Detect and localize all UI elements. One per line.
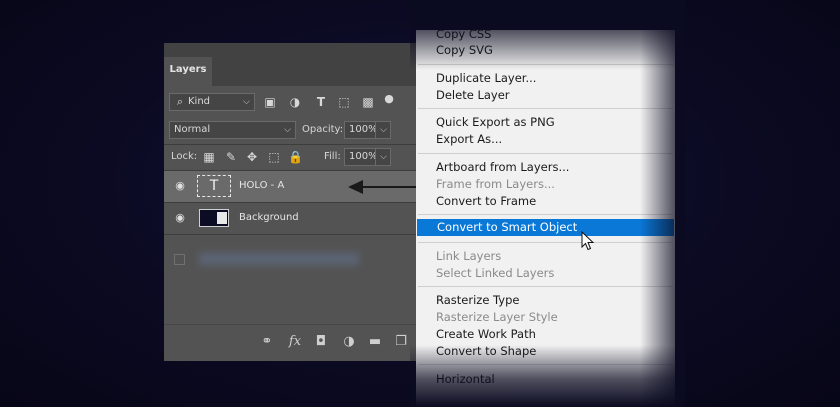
chevron-down-icon: ⌵	[284, 125, 291, 135]
image-layer-thumbnail	[199, 209, 229, 227]
pixel-filter-icon[interactable]: ▣	[263, 95, 277, 109]
folder-icon[interactable]: ▬	[368, 335, 382, 349]
filter-kind-label: Kind	[188, 96, 211, 107]
panel-tab-bar: Layers	[164, 43, 454, 86]
layers-panel: Layers ⌕ Kind ⌵ ▣ ◑ T ⬚ ▩ ● Normal ⌵ Opa…	[164, 43, 454, 361]
layer-name: HOLO - A	[239, 180, 285, 191]
menu-item-create-work-path[interactable]: Create Work Path	[416, 326, 675, 343]
text-layer-thumbnail: T	[197, 175, 231, 197]
fill-label: Fill:	[324, 151, 341, 162]
lock-image-pixels-icon[interactable]: ✎	[224, 150, 238, 164]
blurred-layer-row	[164, 245, 454, 275]
menu-item-horizontal[interactable]: Horizontal	[416, 371, 675, 388]
menu-item-export-as[interactable]: Export As...	[416, 131, 675, 148]
filter-toggle-icon[interactable]: ●	[382, 92, 396, 106]
eye-icon[interactable]: ◉	[173, 180, 187, 192]
opacity-label: Opacity:	[302, 124, 344, 135]
adjustment-filter-icon[interactable]: ◑	[288, 95, 302, 109]
menu-item-artboard-from-layers[interactable]: Artboard from Layers...	[416, 159, 675, 176]
menu-item-frame-from-layers: Frame from Layers...	[436, 177, 555, 191]
opacity-dropdown[interactable]: ⌵	[375, 121, 391, 139]
menu-item-rasterize-type[interactable]: Rasterize Type	[416, 292, 675, 309]
layer-name: Background	[239, 212, 299, 223]
lock-label: Lock:	[171, 151, 198, 162]
panel-footer: ⚭ fx ◘ ◑ ▬ ❐	[164, 324, 454, 361]
menu-item-link-layers: Link Layers	[436, 249, 502, 263]
context-menu: Copy CSS Copy SVG Duplicate Layer... Del…	[416, 27, 675, 407]
search-icon: ⌕	[176, 95, 184, 108]
menu-item-copy-css[interactable]: Copy CSS	[416, 26, 675, 43]
menu-item-convert-to-shape[interactable]: Convert to Shape	[416, 343, 675, 360]
fill-dropdown[interactable]: ⌵	[375, 148, 391, 166]
menu-separator	[418, 364, 673, 365]
chevron-down-icon: ⌵	[380, 152, 387, 162]
lock-artboard-icon[interactable]: ⬚	[267, 150, 281, 164]
menu-item-copy-svg[interactable]: Copy SVG	[416, 42, 675, 59]
link-layers-icon[interactable]: ⚭	[260, 335, 274, 349]
annotation-arrow-head	[348, 180, 363, 194]
filter-row: ⌕ Kind ⌵ ▣ ◑ T ⬚ ▩ ●	[164, 92, 454, 118]
fill-value: 100%	[349, 151, 378, 162]
layer-mask-icon[interactable]: ◘	[314, 335, 328, 349]
annotation-arrow	[362, 186, 418, 188]
lock-transparent-pixels-icon[interactable]: ▦	[202, 150, 216, 164]
menu-item-duplicate-layer[interactable]: Duplicate Layer...	[416, 70, 675, 87]
chevron-down-icon: ⌵	[380, 125, 387, 135]
lock-all-icon[interactable]: 🔒	[288, 150, 303, 164]
menu-separator	[418, 153, 673, 154]
tab-layers[interactable]: Layers	[164, 57, 212, 86]
layer-row-background[interactable]: ◉ Background	[164, 203, 454, 234]
mouse-cursor-icon	[581, 231, 595, 251]
menu-separator	[418, 108, 673, 109]
visibility-checkbox	[174, 254, 185, 265]
menu-item-rasterize-layer-style: Rasterize Layer Style	[436, 310, 558, 324]
menu-separator	[418, 64, 673, 65]
divider	[164, 234, 454, 235]
fx-icon[interactable]: fx	[288, 335, 302, 349]
chevron-down-icon: ⌵	[243, 97, 250, 107]
blend-row: Normal ⌵ Opacity: 100% ⌵	[164, 120, 454, 146]
filter-kind-select[interactable]: ⌕ Kind ⌵	[169, 93, 255, 111]
menu-item-select-linked-layers: Select Linked Layers	[436, 266, 555, 280]
menu-item-quick-export-png[interactable]: Quick Export as PNG	[416, 114, 675, 131]
menu-separator	[418, 242, 673, 243]
smart-object-filter-icon[interactable]: ▩	[361, 95, 375, 109]
type-filter-icon[interactable]: T	[314, 95, 328, 109]
menu-separator	[418, 286, 673, 287]
blend-mode-value: Normal	[174, 124, 211, 135]
menu-item-convert-to-frame[interactable]: Convert to Frame	[416, 193, 675, 210]
lock-position-icon[interactable]: ✥	[245, 150, 259, 164]
menu-separator	[418, 214, 673, 215]
new-layer-icon[interactable]: ❐	[394, 335, 408, 349]
blend-mode-select[interactable]: Normal ⌵	[169, 121, 296, 139]
adjustment-layer-icon[interactable]: ◑	[342, 335, 356, 349]
divider	[164, 144, 454, 145]
menu-item-delete-layer[interactable]: Delete Layer	[416, 87, 675, 104]
blurred-content	[199, 253, 359, 265]
opacity-value: 100%	[349, 124, 378, 135]
menu-item-convert-to-smart-object[interactable]: Convert to Smart Object	[417, 219, 674, 236]
shape-filter-icon[interactable]: ⬚	[337, 95, 351, 109]
eye-icon[interactable]: ◉	[173, 212, 187, 224]
